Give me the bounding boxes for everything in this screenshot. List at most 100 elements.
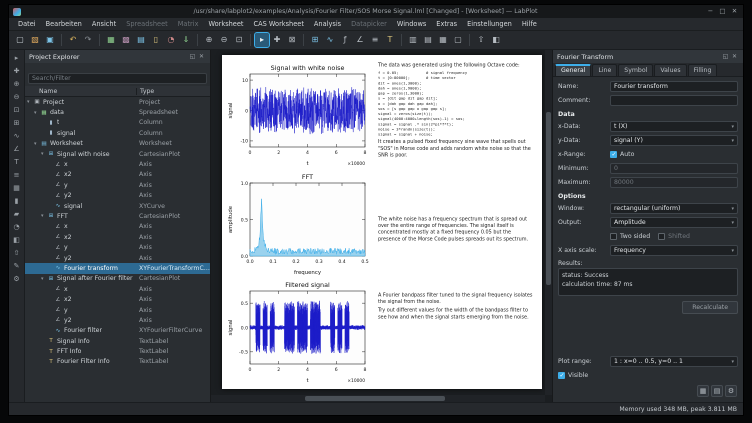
column-header-type[interactable]: Type: [136, 88, 210, 95]
tree-row[interactable]: ∠x2Axis: [25, 294, 210, 304]
name-input[interactable]: [610, 81, 738, 92]
grid-tool-icon[interactable]: ▦: [11, 182, 23, 194]
menu-cas-worksheet[interactable]: CAS Worksheet: [249, 18, 309, 31]
edit-tool-icon[interactable]: ✎: [11, 260, 23, 272]
vertical-scrollbar-thumb[interactable]: [546, 112, 551, 285]
tree-row[interactable]: ▮signalColumn: [25, 128, 210, 138]
tree-row[interactable]: ∠xAxis: [25, 159, 210, 169]
open-project-icon[interactable]: ▧: [28, 33, 42, 47]
menu-windows[interactable]: Windows: [392, 18, 431, 31]
titlebar[interactable]: /usr/share/labplot2/examples/Analysis/Fo…: [9, 5, 743, 18]
y-data-select[interactable]: signal (Y) ▾: [610, 135, 738, 146]
horizontal-scrollbar-thumb[interactable]: [305, 396, 445, 401]
crosshair-tool-icon[interactable]: ✚: [11, 65, 23, 77]
add-curve-icon[interactable]: ∿: [323, 33, 337, 47]
add-curve-tool-icon[interactable]: ∿: [11, 130, 23, 142]
tab-symbol[interactable]: Symbol: [618, 64, 653, 76]
menu-extras[interactable]: Extras: [431, 18, 462, 31]
tree-row[interactable]: ▾⊞Signal with noiseCartesianPlot: [25, 149, 210, 159]
window-select[interactable]: rectangular (uniform) ▾: [610, 203, 738, 214]
column-header-name[interactable]: Name: [25, 88, 136, 95]
pan-mode-icon[interactable]: ✚: [270, 33, 284, 47]
add-text-label-icon[interactable]: T: [383, 33, 397, 47]
close-button[interactable]: ✕: [730, 7, 739, 16]
menu-bearbeiten[interactable]: Bearbeiten: [41, 18, 87, 31]
horizontal-layout-icon[interactable]: ▤: [421, 33, 435, 47]
menu-datapicker[interactable]: Datapicker: [346, 18, 392, 31]
add-text-tool-icon[interactable]: T: [11, 156, 23, 168]
theme-icon[interactable]: ◧: [489, 33, 503, 47]
comment-input[interactable]: [610, 95, 738, 106]
redo-icon[interactable]: ↷: [81, 33, 95, 47]
menu-ansicht[interactable]: Ansicht: [87, 18, 121, 31]
new-datapicker-icon[interactable]: ◔: [164, 33, 178, 47]
menu-einstellungen[interactable]: Einstellungen: [462, 18, 517, 31]
new-matrix-icon[interactable]: ▩: [119, 33, 133, 47]
add-axis-tool-icon[interactable]: ∠: [11, 143, 23, 155]
add-equation-curve-icon[interactable]: ƒ: [338, 33, 352, 47]
new-note-icon[interactable]: ▯: [149, 33, 163, 47]
maximize-button[interactable]: □: [718, 7, 727, 16]
tab-line[interactable]: Line: [592, 64, 617, 76]
menu-worksheet[interactable]: Worksheet: [204, 18, 249, 31]
tree-row[interactable]: ∠yAxis: [25, 242, 210, 252]
export-tool-icon[interactable]: ⇧: [11, 247, 23, 259]
barchart-tool-icon[interactable]: ▰: [11, 208, 23, 220]
tab-values[interactable]: Values: [654, 64, 686, 76]
add-plot-tool-icon[interactable]: ⊞: [11, 117, 23, 129]
spreadsheet-view-icon[interactable]: ▦: [697, 385, 709, 397]
tree-column-headers[interactable]: Name Type: [25, 86, 210, 97]
add-plot-icon[interactable]: ⊞: [308, 33, 322, 47]
vertical-scrollbar[interactable]: [545, 50, 552, 395]
color-tool-icon[interactable]: ◧: [11, 234, 23, 246]
undo-icon[interactable]: ↶: [66, 33, 80, 47]
new-worksheet-icon[interactable]: ▤: [134, 33, 148, 47]
tree-row[interactable]: ∠y2Axis: [25, 253, 210, 263]
tree-row[interactable]: ▾▦dataSpreadsheet: [25, 107, 210, 117]
plot-filtered-signal[interactable]: Filtered signal02468-0.50.00.5t×10000sig…: [224, 276, 374, 385]
add-legend-icon[interactable]: ≡: [368, 33, 382, 47]
menu-spreadsheet[interactable]: Spreadsheet: [121, 18, 173, 31]
minimize-button[interactable]: −: [706, 7, 715, 16]
zoom-fit-tool-icon[interactable]: ⊡: [11, 104, 23, 116]
tree-row[interactable]: ∿signalXYCurve: [25, 201, 210, 211]
tree-row[interactable]: ▾▤WorksheetWorksheet: [25, 139, 210, 149]
text-label-fft-info[interactable]: The white noise has a frequency spectrum…: [374, 168, 538, 277]
tree-row[interactable]: ∠y2Axis: [25, 315, 210, 325]
new-project-icon[interactable]: ▢: [13, 33, 27, 47]
tree-row[interactable]: ∿Fourier transformXYFourierTransformCurv…: [25, 263, 210, 273]
import-icon[interactable]: ⇓: [179, 33, 193, 47]
tree-row[interactable]: ∿Fourier filterXYFourierFilterCurve: [25, 326, 210, 336]
zoom-select-mode-icon[interactable]: ⊠: [285, 33, 299, 47]
recalculate-button[interactable]: Recalculate: [682, 301, 738, 314]
break-layout-icon[interactable]: ▢: [451, 33, 465, 47]
plot-fft[interactable]: FFT0.00.10.20.30.40.50.00.51.0frequencya…: [224, 168, 374, 277]
tree-row[interactable]: ∠xAxis: [25, 284, 210, 294]
datapicker-tool-icon[interactable]: ◔: [11, 221, 23, 233]
dock-settings-icon[interactable]: ⚙: [725, 385, 737, 397]
close-dock-icon[interactable]: ✕: [197, 53, 206, 60]
zoom-in-icon[interactable]: ⊕: [202, 33, 216, 47]
add-legend-tool-icon[interactable]: ≡: [11, 169, 23, 181]
menu-datei[interactable]: Datei: [13, 18, 41, 31]
tree-row[interactable]: ▮tColumn: [25, 118, 210, 128]
zoom-out-icon[interactable]: ⊖: [217, 33, 231, 47]
grid-layout-icon[interactable]: ▦: [436, 33, 450, 47]
output-select[interactable]: Amplitude ▾: [610, 217, 738, 228]
x-data-select[interactable]: t (X) ▾: [610, 121, 738, 132]
plot-signal-with-noise[interactable]: Signal with white noise02468-10010t×1000…: [224, 59, 374, 168]
tree-row[interactable]: ∠x2Axis: [25, 232, 210, 242]
zoom-in-tool-icon[interactable]: ⊕: [11, 78, 23, 90]
select-tool-icon[interactable]: ▸: [11, 52, 23, 64]
notes-view-icon[interactable]: ▤: [711, 385, 723, 397]
export-icon[interactable]: ⇧: [474, 33, 488, 47]
tree-row[interactable]: TSignal InfoTextLabel: [25, 336, 210, 346]
menu-analysis[interactable]: Analysis: [309, 18, 346, 31]
horizontal-scrollbar[interactable]: [211, 395, 545, 402]
tree-row[interactable]: TFourier Filter InfoTextLabel: [25, 357, 210, 367]
text-label-filter-info[interactable]: A Fourier bandpass filter tuned to the s…: [374, 276, 538, 385]
select-mode-icon[interactable]: ▸: [255, 33, 269, 47]
worksheet-page[interactable]: Signal with white noise02468-10010t×1000…: [222, 55, 542, 389]
tree-row[interactable]: ∠yAxis: [25, 180, 210, 190]
menu-hilfe[interactable]: Hilfe: [517, 18, 542, 31]
